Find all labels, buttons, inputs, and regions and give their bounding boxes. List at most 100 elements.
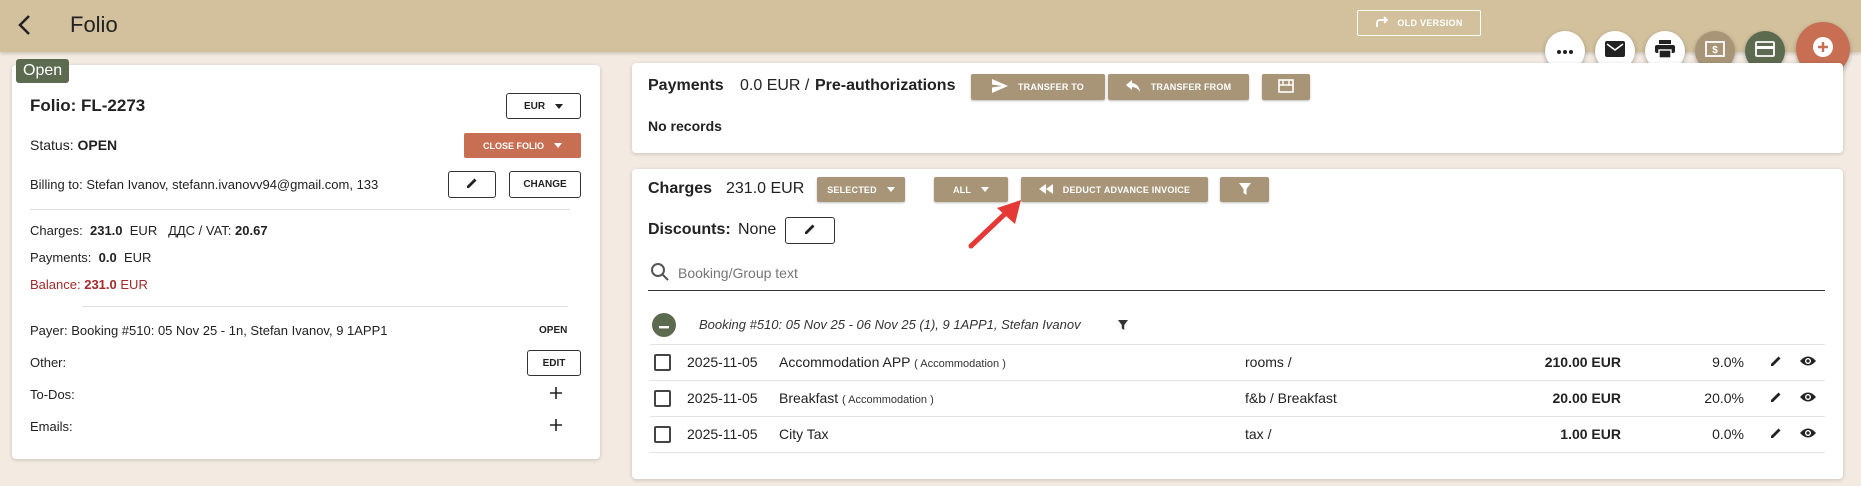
- eye-icon: [1799, 390, 1817, 408]
- billing-value: Stefan Ivanov, stefann.ivanovv94@gmail.c…: [86, 177, 379, 192]
- edit-billing-button[interactable]: [448, 171, 496, 198]
- balance-value: 231.0: [84, 277, 117, 292]
- balance-label: Balance:: [30, 277, 81, 292]
- close-folio-label: CLOSE FOLIO: [482, 140, 544, 151]
- currency-value: EUR: [523, 100, 546, 112]
- row-amount: 1.00 EUR: [1560, 426, 1621, 442]
- gift-card-button[interactable]: [1262, 74, 1310, 100]
- payments-title: Payments: [648, 77, 724, 94]
- collapse-group-button[interactable]: [652, 313, 676, 337]
- row-edit-button[interactable]: [1766, 353, 1786, 373]
- row-name-text: Breakfast: [779, 390, 839, 406]
- charges-currency: EUR: [129, 223, 158, 238]
- status-label: Status:: [30, 137, 74, 153]
- transfer-from-label: TRANSFER FROM: [1150, 82, 1232, 92]
- plus-icon: [550, 418, 562, 436]
- row-edit-button[interactable]: [1766, 425, 1786, 445]
- payments-label: Payments:: [30, 250, 92, 265]
- edit-other-button[interactable]: EDIT: [527, 350, 581, 376]
- charges-title: Charges: [648, 180, 713, 197]
- transfer-to-button[interactable]: TRANSFER TO: [971, 74, 1105, 100]
- other-label: Other:: [30, 355, 67, 370]
- payments-empty: No records: [648, 118, 722, 134]
- selected-menu-button[interactable]: SELECTED: [817, 177, 905, 202]
- chevron-down-icon: [886, 187, 895, 192]
- change-billing-button[interactable]: CHANGE: [509, 171, 581, 198]
- row-vat: 0.0%: [1712, 426, 1744, 442]
- group-filter-button[interactable]: [1113, 316, 1133, 336]
- balance-summary: Balance: 231.0 EUR: [30, 277, 148, 292]
- row-name-text: Accommodation APP: [779, 354, 911, 370]
- row-view-button[interactable]: [1798, 389, 1818, 409]
- payer-value: Booking #510: 05 Nov 25 - 1n, Stefan Iva…: [71, 323, 388, 338]
- folio-title: Folio: FL-2273: [30, 96, 146, 115]
- chevron-down-icon: [981, 187, 990, 192]
- filter-icon: [1238, 182, 1251, 197]
- todos-label: To-Dos:: [30, 387, 75, 402]
- divider: [650, 344, 1825, 345]
- old-version-label: OLD VERSION: [1397, 18, 1463, 28]
- currency-select[interactable]: EUR: [506, 93, 581, 119]
- row-edit-button[interactable]: [1766, 389, 1786, 409]
- row-checkbox[interactable]: [654, 390, 671, 407]
- row-date: 2025-11-05: [687, 390, 758, 406]
- eye-icon: [1799, 354, 1817, 372]
- add-icon: [1812, 36, 1834, 63]
- vat-value: 20.67: [235, 223, 268, 238]
- rewind-icon: [1038, 183, 1053, 196]
- status-row: Status: OPEN: [30, 137, 117, 153]
- payments-summary: Payments: 0.0 EUR: [30, 250, 151, 265]
- close-folio-button[interactable]: CLOSE FOLIO: [464, 133, 581, 158]
- row-department: f&b / Breakfast: [1245, 390, 1337, 406]
- row-vat: 9.0%: [1712, 354, 1744, 370]
- chevron-down-icon: [555, 103, 564, 109]
- old-version-button[interactable]: OLD VERSION: [1357, 10, 1481, 36]
- gift-card-icon: [1278, 79, 1294, 95]
- pencil-icon: [803, 222, 817, 239]
- eye-icon: [1799, 426, 1817, 444]
- deduct-advance-invoice-button[interactable]: DEDUCT ADVANCE INVOICE: [1021, 177, 1208, 202]
- row-checkbox[interactable]: [654, 354, 671, 371]
- svg-text:$: $: [1712, 45, 1718, 56]
- payer-label: Payer:: [30, 323, 68, 338]
- emails-label: Emails:: [30, 419, 73, 434]
- chevron-down-icon: [554, 143, 562, 148]
- row-view-button[interactable]: [1798, 425, 1818, 445]
- row-date: 2025-11-05: [687, 426, 758, 442]
- pencil-icon: [465, 176, 479, 193]
- minus-icon: [659, 316, 669, 334]
- payer-row: Payer: Booking #510: 05 Nov 25 - 1n, Ste…: [30, 323, 388, 338]
- payer-open-link[interactable]: OPEN: [539, 325, 567, 336]
- filter-button[interactable]: [1220, 177, 1269, 202]
- cash-icon: $: [1705, 40, 1725, 62]
- edit-discounts-button[interactable]: [785, 217, 835, 244]
- search-underline: [648, 290, 1825, 291]
- row-checkbox[interactable]: [654, 426, 671, 443]
- row-amount: 210.00 EUR: [1544, 354, 1621, 370]
- group-title: Booking #510: 05 Nov 25 - 06 Nov 25 (1),…: [699, 317, 1081, 332]
- discounts-value: None: [738, 221, 777, 238]
- credit-card-icon: [1755, 40, 1775, 62]
- redo-arrow-icon: [1375, 16, 1389, 30]
- row-category: ( Accommodation ): [914, 358, 1006, 370]
- row-view-button[interactable]: [1798, 353, 1818, 373]
- divider: [650, 416, 1825, 417]
- charges-amount: 231.0 EUR: [726, 180, 805, 197]
- add-email-button[interactable]: [546, 417, 566, 437]
- transfer-from-button[interactable]: TRANSFER FROM: [1108, 74, 1249, 100]
- charges-label: Charges:: [30, 223, 83, 238]
- row-department: rooms /: [1245, 354, 1292, 370]
- pencil-icon: [1769, 354, 1783, 373]
- back-arrow-icon[interactable]: [12, 12, 38, 38]
- vat-label: ДДС / VAT:: [168, 223, 232, 238]
- print-icon: [1655, 39, 1675, 63]
- row-department: tax /: [1245, 426, 1272, 442]
- selected-label: SELECTED: [827, 184, 877, 195]
- edit-label: EDIT: [542, 357, 566, 369]
- booking-search-input[interactable]: [678, 258, 1823, 288]
- add-todo-button[interactable]: [546, 385, 566, 405]
- filter-icon: [1118, 317, 1128, 335]
- balance-currency: EUR: [120, 277, 148, 292]
- billing-row: Billing to: Stefan Ivanov, stefann.ivano…: [30, 177, 378, 192]
- charges-value: 231.0: [89, 223, 123, 238]
